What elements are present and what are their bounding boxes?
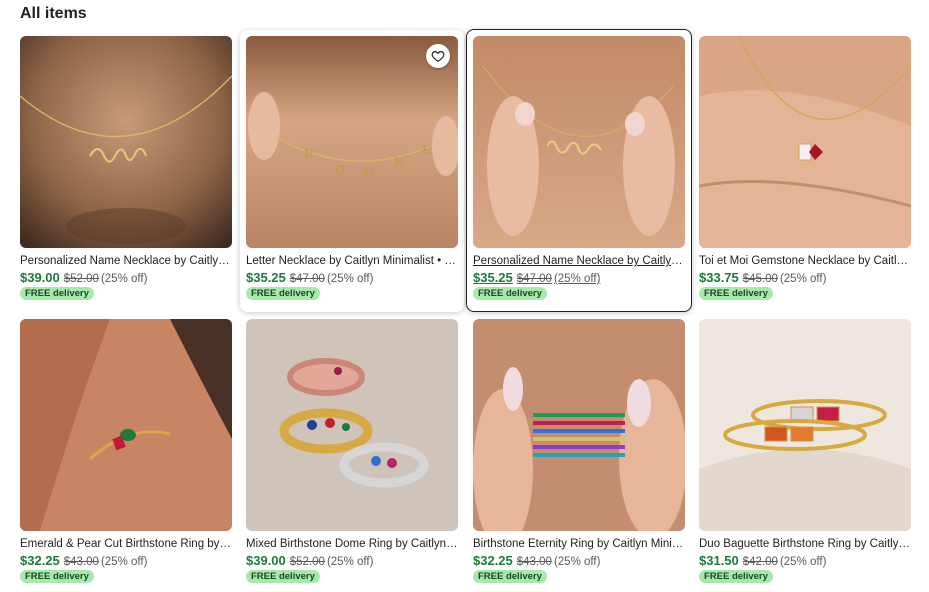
sale-price: $39.00 (246, 553, 286, 568)
listing-card[interactable]: Personalized Name Necklace by Caitlyn Mi… (20, 36, 232, 306)
sale-price: $35.25 (473, 270, 513, 285)
listing-image[interactable] (20, 36, 232, 248)
free-delivery-badge: FREE delivery (20, 287, 94, 300)
listing-image[interactable]: R O O K E (246, 36, 458, 248)
listing-image[interactable] (246, 319, 458, 531)
listing-card[interactable]: Toi et Moi Gemstone Necklace by Caitlyn … (699, 36, 911, 306)
free-delivery-badge: FREE delivery (246, 570, 320, 583)
svg-text:O: O (334, 163, 345, 178)
free-delivery-badge: FREE delivery (699, 287, 773, 300)
heart-icon (431, 51, 445, 62)
listing-card[interactable]: Mixed Birthstone Dome Ring by Caitlyn Mi… (246, 319, 458, 589)
price-row: $33.75 $45.00 (25% off) (699, 270, 911, 287)
gemstone-necklace-image (699, 36, 911, 248)
listing-image[interactable] (699, 319, 911, 531)
listing-title[interactable]: Personalized Name Necklace by Caitlyn Mi… (20, 254, 232, 268)
price-row: $39.00 $52.00 (25% off) (20, 270, 232, 287)
listing-title[interactable]: Birthstone Eternity Ring by Caitlyn Mini… (473, 537, 685, 551)
name-necklace-image (473, 36, 685, 248)
free-delivery-badge: FREE delivery (20, 570, 94, 583)
price-row: $32.25 $43.00 (25% off) (20, 553, 232, 570)
listing-image[interactable] (473, 319, 685, 531)
listing-title[interactable]: Personalized Name Necklace by Caitlyn Mi… (473, 254, 685, 268)
original-price: $47.00 (516, 273, 552, 285)
original-price: $47.00 (289, 273, 325, 285)
discount-label: (25% off) (553, 556, 601, 568)
discount-label: (25% off) (553, 273, 601, 285)
free-delivery-badge: FREE delivery (473, 287, 547, 300)
section-title: All items (20, 5, 87, 22)
discount-label: (25% off) (779, 273, 827, 285)
sale-price: $32.25 (20, 553, 60, 568)
price-row: $35.25 $47.00 (25% off) (473, 270, 685, 287)
listing-image[interactable] (699, 36, 911, 248)
listing-card[interactable]: Personalized Name Necklace by Caitlyn Mi… (466, 29, 692, 312)
eternity-ring-image (473, 319, 685, 531)
listing-image[interactable] (473, 36, 685, 248)
listing-title[interactable]: Duo Baguette Birthstone Ring by Caitlyn … (699, 537, 911, 551)
original-price: $52.00 (63, 273, 99, 285)
listing-card[interactable]: Birthstone Eternity Ring by Caitlyn Mini… (473, 319, 685, 589)
listing-card[interactable]: Duo Baguette Birthstone Ring by Caitlyn … (699, 319, 911, 589)
price-row: $32.25 $43.00 (25% off) (473, 553, 685, 570)
svg-text:K: K (394, 155, 405, 170)
discount-label: (25% off) (100, 556, 148, 568)
original-price: $43.00 (63, 556, 99, 568)
letter-necklace-image: R O O K E (246, 36, 458, 248)
free-delivery-badge: FREE delivery (699, 570, 773, 583)
listing-title[interactable]: Letter Necklace by Caitlyn Minimalist • … (246, 254, 458, 268)
discount-label: (25% off) (326, 556, 374, 568)
listing-title[interactable]: Mixed Birthstone Dome Ring by Caitlyn Mi… (246, 537, 458, 551)
listing-image[interactable] (20, 319, 232, 531)
discount-label: (25% off) (100, 273, 148, 285)
original-price: $43.00 (516, 556, 552, 568)
name-necklace-image (20, 36, 232, 248)
baguette-ring-image (699, 319, 911, 531)
dome-ring-image (246, 319, 458, 531)
sale-price: $32.25 (473, 553, 513, 568)
listing-title[interactable]: Toi et Moi Gemstone Necklace by Caitlyn … (699, 254, 911, 268)
price-row: $39.00 $52.00 (25% off) (246, 553, 458, 570)
sale-price: $39.00 (20, 270, 60, 285)
free-delivery-badge: FREE delivery (246, 287, 320, 300)
original-price: $42.00 (742, 556, 778, 568)
listing-title[interactable]: Emerald & Pear Cut Birthstone Ring by Ca… (20, 537, 232, 551)
discount-label: (25% off) (779, 556, 827, 568)
svg-text:E: E (422, 143, 431, 158)
listing-card[interactable]: Emerald & Pear Cut Birthstone Ring by Ca… (20, 319, 232, 589)
listing-card[interactable]: R O O K E Letter Necklace by Caitlyn Minimal… (240, 30, 464, 312)
sale-price: $33.75 (699, 270, 739, 285)
price-row: $31.50 $42.00 (25% off) (699, 553, 911, 570)
sale-price: $31.50 (699, 553, 739, 568)
original-price: $52.00 (289, 556, 325, 568)
svg-text:R: R (304, 147, 315, 162)
svg-text:O: O (364, 165, 375, 180)
birthstone-ring-image (20, 319, 232, 531)
sale-price: $35.25 (246, 270, 286, 285)
original-price: $45.00 (742, 273, 778, 285)
discount-label: (25% off) (326, 273, 374, 285)
free-delivery-badge: FREE delivery (473, 570, 547, 583)
favorite-button[interactable] (426, 44, 450, 68)
price-row: $35.25 $47.00 (25% off) (246, 270, 458, 287)
